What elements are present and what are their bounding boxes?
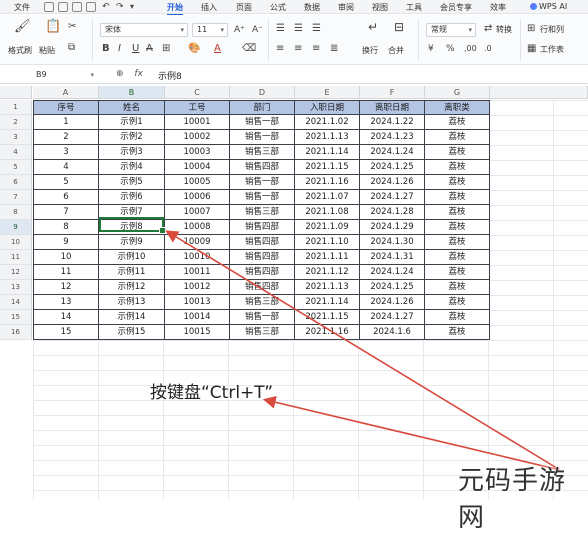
shortcut-annotation: 按键盘“Ctrl+T” [150, 383, 274, 403]
arrow-to-cell [165, 230, 561, 471]
annotation-arrows [165, 230, 561, 471]
watermark: 元码手游网 [458, 466, 567, 533]
